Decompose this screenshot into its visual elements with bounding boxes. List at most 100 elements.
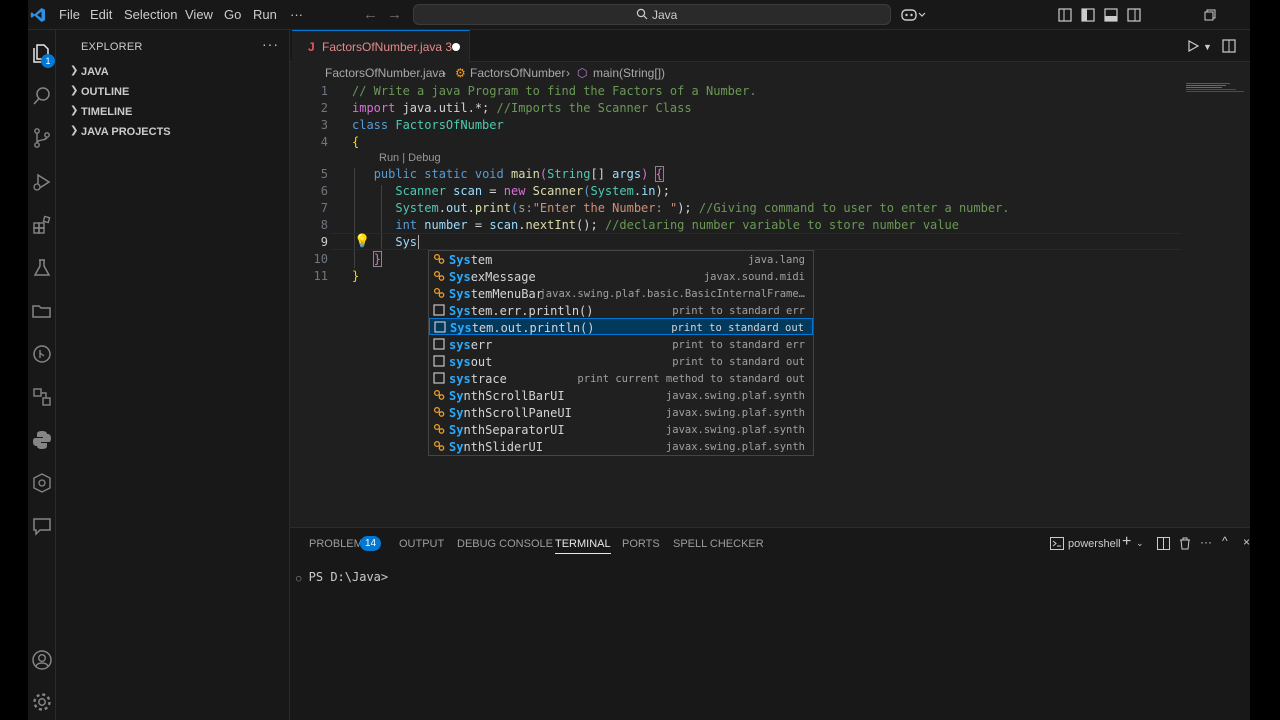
section-outline[interactable]: ❯ OUTLINE bbox=[56, 82, 290, 102]
code-line-1[interactable]: // Write a java Program to find the Fact… bbox=[352, 84, 757, 98]
code-line-8[interactable]: int number = scan.nextInt(); //declaring… bbox=[352, 218, 959, 232]
suggestion-detail: javax.sound.midi bbox=[703, 271, 805, 283]
suggestion-item[interactable]: sysout print to standard out bbox=[429, 353, 813, 370]
accounts-icon[interactable] bbox=[30, 648, 54, 672]
breadcrumb-class[interactable]: FactorsOfNumber bbox=[470, 66, 565, 80]
testing-flask-icon[interactable] bbox=[30, 256, 54, 280]
code-line-11[interactable]: } bbox=[352, 269, 359, 283]
breadcrumb-method[interactable]: main(String[]) bbox=[593, 66, 665, 80]
explorer-more-actions[interactable]: ··· bbox=[262, 36, 279, 52]
terminal-output[interactable]: ○ PS D:\Java> bbox=[296, 570, 388, 584]
menu-go[interactable]: Go bbox=[224, 7, 241, 22]
code-line-7[interactable]: System.out.print(s:"Enter the Number: ")… bbox=[352, 201, 1009, 215]
toggle-panel-icon[interactable] bbox=[1104, 8, 1118, 22]
run-java-icon[interactable] bbox=[1187, 40, 1199, 52]
command-center-search[interactable]: Java bbox=[413, 4, 891, 25]
suggestion-item[interactable]: SystemMenuBar javax.swing.plaf.basic.Basi… bbox=[429, 285, 813, 302]
tab-output[interactable]: OUTPUT bbox=[399, 538, 444, 550]
line-number: 6 bbox=[320, 184, 328, 198]
tab-debug-console[interactable]: DEBUG CONSOLE bbox=[457, 538, 553, 550]
menu-more[interactable]: ··· bbox=[290, 7, 303, 22]
code-line-10[interactable]: } bbox=[352, 251, 382, 267]
line-number: 4 bbox=[320, 135, 328, 149]
split-terminal-icon[interactable] bbox=[1157, 537, 1170, 550]
suggestion-item[interactable]: System.err.println() print to standard er… bbox=[429, 302, 813, 319]
code-line-9[interactable]: Sys bbox=[352, 235, 420, 249]
python-icon[interactable] bbox=[30, 428, 54, 452]
menu-edit[interactable]: Edit bbox=[90, 7, 112, 22]
tab-spell-checker[interactable]: SPELL CHECKER bbox=[673, 538, 764, 550]
terminal-prompt-circle-icon: ○ bbox=[296, 574, 302, 584]
breadcrumb-file[interactable]: FactorsOfNumber.java bbox=[325, 66, 445, 80]
problems-badge: 14 bbox=[360, 536, 382, 551]
explorer-badge: 1 bbox=[41, 54, 55, 68]
activity-bar: 1 bbox=[28, 30, 56, 720]
folder-icon[interactable] bbox=[30, 299, 54, 323]
code-line-6[interactable]: Scanner scan = new Scanner(System.in); bbox=[352, 184, 670, 198]
git-graph-icon[interactable] bbox=[30, 342, 54, 366]
unsaved-dot-icon[interactable] bbox=[452, 43, 460, 51]
search-view-icon[interactable] bbox=[30, 84, 54, 108]
maximize-panel-chevron-up-icon[interactable]: ^ bbox=[1222, 534, 1228, 548]
more-actions-icon[interactable]: ··· bbox=[1200, 535, 1212, 549]
suggestion-item[interactable]: syserr print to standard err bbox=[429, 336, 813, 353]
suggestion-item[interactable]: SynthSeparatorUI javax.swing.plaf.synth bbox=[429, 421, 813, 438]
line-number: 3 bbox=[320, 118, 328, 132]
java-file-icon: J bbox=[308, 40, 315, 54]
code-line-5[interactable]: public static void main(String[] args) { bbox=[352, 166, 664, 182]
code-line-4[interactable]: { bbox=[352, 135, 359, 149]
class-symbol-icon bbox=[433, 423, 445, 434]
menu-file[interactable]: File bbox=[59, 7, 80, 22]
kubernetes-icon[interactable] bbox=[30, 471, 54, 495]
terminal-dropdown-chevron-icon[interactable]: ⌄ bbox=[1136, 538, 1144, 549]
method-symbol-icon: ⬡ bbox=[577, 66, 588, 80]
suggestion-label: systrace bbox=[449, 372, 507, 386]
menu-selection[interactable]: Selection bbox=[124, 7, 177, 22]
suggestion-item[interactable]: SynthSliderUI javax.swing.plaf.synth bbox=[429, 438, 813, 455]
suggestion-item[interactable]: systrace print current method to standard… bbox=[429, 370, 813, 387]
tab-factors-of-number[interactable]: J FactorsOfNumber.java 3 bbox=[292, 30, 470, 62]
toggle-secondary-sidebar-icon[interactable] bbox=[1127, 8, 1141, 22]
new-terminal-plus-icon[interactable]: + bbox=[1122, 533, 1131, 551]
suggestion-label: System.out.println() bbox=[450, 321, 595, 335]
suggestion-detail: print current method to standard out bbox=[577, 373, 805, 385]
run-debug-codelens[interactable]: Run | Debug bbox=[379, 152, 441, 164]
remote-explorer-icon[interactable] bbox=[30, 385, 54, 409]
restore-window-icon[interactable] bbox=[1204, 9, 1216, 21]
suggestion-item[interactable]: System java.lang bbox=[429, 251, 813, 268]
code-line-3[interactable]: class FactorsOfNumber bbox=[352, 118, 504, 132]
editor-tabs: J FactorsOfNumber.java 3 ▼ bbox=[290, 30, 1250, 62]
terminal-shell-name[interactable]: powershell bbox=[1068, 538, 1121, 550]
section-timeline[interactable]: ❯ TIMELINE bbox=[56, 102, 290, 122]
extensions-icon[interactable] bbox=[30, 213, 54, 237]
toggle-primary-sidebar-icon[interactable] bbox=[1081, 8, 1095, 22]
section-java-projects[interactable]: ❯ JAVA PROJECTS bbox=[56, 122, 290, 142]
kill-terminal-trash-icon[interactable] bbox=[1179, 537, 1191, 550]
suggestion-item[interactable]: SynthScrollBarUI javax.swing.plaf.synth bbox=[429, 387, 813, 404]
back-arrow-icon[interactable]: ← bbox=[363, 6, 378, 23]
suggestion-item[interactable]: System.out.println() print to standard ou… bbox=[429, 318, 813, 335]
forward-arrow-icon[interactable]: → bbox=[387, 6, 402, 23]
line-number: 10 bbox=[313, 252, 328, 266]
chat-feedback-icon[interactable] bbox=[30, 514, 54, 538]
copilot-icon[interactable] bbox=[901, 7, 927, 23]
settings-gear-icon[interactable] bbox=[30, 690, 54, 714]
suggestion-item[interactable]: SysexMessage javax.sound.midi bbox=[429, 268, 813, 285]
code-line-2[interactable]: import java.util.*; //Imports the Scanne… bbox=[352, 101, 692, 115]
suggestion-item[interactable]: SynthScrollPaneUI javax.swing.plaf.synth bbox=[429, 404, 813, 421]
menu-view[interactable]: View bbox=[185, 7, 213, 22]
breadcrumb-separator-icon: › bbox=[442, 66, 446, 80]
run-dropdown-chevron-icon[interactable]: ▼ bbox=[1203, 42, 1212, 52]
customize-layout-icon[interactable] bbox=[1058, 8, 1072, 22]
close-panel-icon[interactable]: × bbox=[1243, 535, 1250, 549]
minimap[interactable] bbox=[1186, 82, 1246, 96]
run-and-debug-icon[interactable] bbox=[30, 170, 54, 194]
menu-run[interactable]: Run bbox=[253, 7, 277, 22]
current-line-highlight bbox=[330, 233, 1182, 250]
section-java[interactable]: ❯ JAVA bbox=[56, 62, 290, 82]
source-control-icon[interactable] bbox=[30, 126, 54, 150]
tab-ports[interactable]: PORTS bbox=[622, 538, 660, 550]
split-editor-icon[interactable] bbox=[1222, 39, 1236, 53]
tab-terminal[interactable]: TERMINAL bbox=[555, 538, 611, 554]
suggestion-detail: print to standard err bbox=[672, 305, 805, 317]
